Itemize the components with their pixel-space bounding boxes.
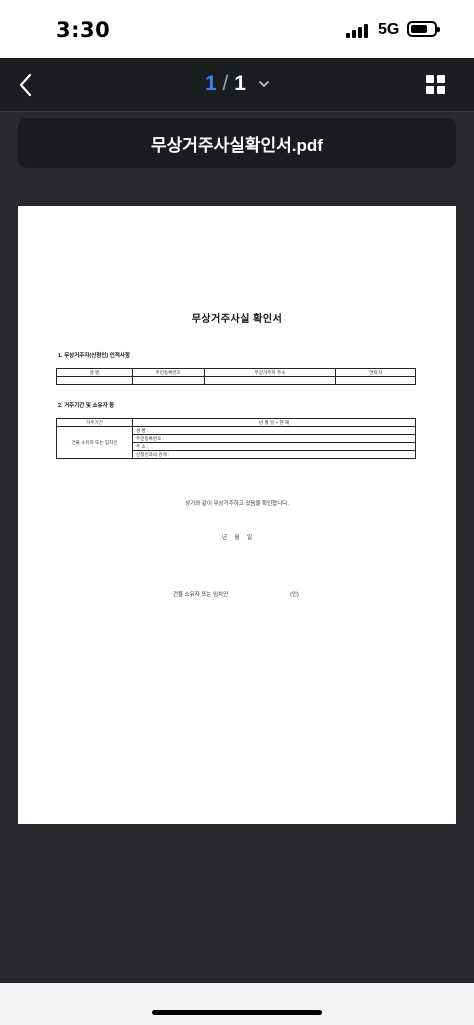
navigation-bar: 1 / 1 xyxy=(0,58,474,112)
period-label: 거주기간 xyxy=(56,418,133,427)
header-name: 성 명 xyxy=(56,368,133,377)
header-contact: 연락처 xyxy=(335,368,416,377)
section-2-heading: 2. 거주기간 및 소유자 등 xyxy=(58,403,115,409)
owner-name-field: 성 명 : xyxy=(132,426,416,435)
period-value: 년 월 일 ~ 현 재 xyxy=(132,418,416,427)
owner-label: 건물 소유자 또는 임차인 xyxy=(56,426,133,459)
page-indicator[interactable]: 1 / 1 xyxy=(205,72,246,96)
file-name: 무상거주사실확인서.pdf xyxy=(151,135,323,155)
owner-resident-number-field: 주민등록번호 : xyxy=(132,434,416,443)
seal-mark: (인) xyxy=(290,592,299,598)
document-title: 무상거주사실 확인서 xyxy=(191,314,283,325)
bottom-bar xyxy=(0,983,474,1025)
status-time: 3:30 xyxy=(56,18,111,42)
grid-view-icon[interactable] xyxy=(426,75,446,95)
owner-address-field: 주 소 : xyxy=(132,442,416,451)
header-resident-number: 주민등록번호 xyxy=(131,368,205,377)
back-arrow-icon[interactable] xyxy=(12,70,40,100)
relationship-field: 신청인과의 관계 : xyxy=(132,450,416,459)
residence-period-table: 거주기간 년 월 일 ~ 현 재 건물 소유자 또는 임차인 성 명 : 주민등… xyxy=(56,418,416,459)
signal-icon xyxy=(346,24,372,38)
page-separator: / xyxy=(222,72,229,95)
chevron-down-icon[interactable] xyxy=(258,79,270,89)
header-address: 무상거주지 주소 xyxy=(203,368,337,377)
signature-label: 건물 소유자 또는 임차인 xyxy=(173,592,229,598)
pdf-viewer-screen: 3:30 5G 1 / 1 무상거주사실확인서.pdf 무상거주사실 확인서 1… xyxy=(0,0,474,1025)
total-pages: 1 xyxy=(234,72,246,95)
status-bar: 3:30 5G xyxy=(0,0,474,58)
file-name-bar: 무상거주사실확인서.pdf xyxy=(18,118,456,168)
home-indicator[interactable] xyxy=(152,1010,322,1015)
current-page: 1 xyxy=(205,72,217,95)
applicant-info-table: 성 명 주민등록번호 무상거주지 주소 연락처 xyxy=(56,368,416,385)
network-type: 5G xyxy=(378,21,400,38)
confirmation-text: 상기와 같이 무상거주하고 있음을 확인합니다. xyxy=(185,501,289,507)
pdf-page[interactable]: 무상거주사실 확인서 1. 무상거주자(신청인) 인적사항 성 명 주민등록번호… xyxy=(18,206,456,824)
date-line: 년 월 일 xyxy=(221,535,253,541)
battery-icon xyxy=(407,21,440,37)
section-1-heading: 1. 무상거주자(신청인) 인적사항 xyxy=(58,353,131,359)
